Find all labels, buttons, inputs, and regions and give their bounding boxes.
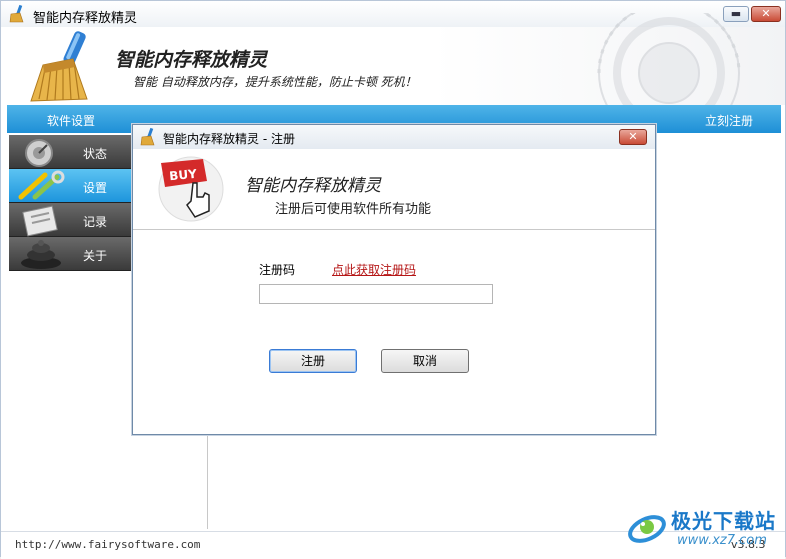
register-dialog: 智能内存释放精灵 - 注册 ✕ BUY 智能内存释放精灵 注册后可使用软件所有功… xyxy=(132,124,656,435)
buy-badge-text: BUY xyxy=(169,167,198,183)
sidebar-item-settings[interactable]: 设置 xyxy=(9,169,133,203)
divider xyxy=(207,433,208,529)
app-title: 智能内存释放精灵 xyxy=(115,49,268,71)
broom-icon xyxy=(9,4,24,23)
software-settings-label: 软件设置 xyxy=(47,114,96,128)
about-icon xyxy=(21,240,61,269)
banner-subtitle: 注册后可使用软件所有功能 xyxy=(275,202,432,217)
registration-code-input[interactable] xyxy=(259,284,493,304)
sidebar-item-about[interactable]: 关于 xyxy=(9,237,133,271)
app-slogan: 智能 自动释放内存，提升系统性能，防止卡顿 死机！ xyxy=(133,75,417,89)
sidebar-item-log[interactable]: 记录 xyxy=(9,203,133,237)
gauge-icon xyxy=(25,139,53,167)
sidebar-item-label: 状态 xyxy=(83,147,108,161)
watermark: 极光下载站 www.xz7.com xyxy=(623,499,783,555)
broom-icon xyxy=(140,127,155,146)
watermark-logo-icon xyxy=(628,515,666,543)
register-button[interactable]: 注册 xyxy=(269,349,357,373)
app-header: 智能内存释放精灵 智能 自动释放内存，提升系统性能，防止卡顿 死机！ xyxy=(1,13,785,123)
dialog-title: 智能内存释放精灵 - 注册 xyxy=(163,132,295,146)
dialog-close-button[interactable]: ✕ xyxy=(619,129,647,145)
register-now-link[interactable]: 立刻注册 xyxy=(705,112,753,129)
website-url[interactable]: http://www.fairysoftware.com xyxy=(15,538,200,551)
dialog-title-bar: 智能内存释放精灵 - 注册 ✕ xyxy=(133,125,655,150)
dialog-body: 注册码 点此获取注册码 注册 取消 xyxy=(133,230,655,434)
sidebar: 状态 设置 记录 关于 xyxy=(7,133,134,529)
window-title: 智能内存释放精灵 xyxy=(33,11,138,26)
get-registration-code-link[interactable]: 点此获取注册码 xyxy=(332,261,416,278)
broom-logo-icon xyxy=(30,31,88,102)
watermark-url: www.xz7.com xyxy=(677,533,767,548)
sidebar-item-label: 记录 xyxy=(83,215,108,229)
sidebar-item-status[interactable]: 状态 xyxy=(9,135,133,169)
sidebar-item-label: 设置 xyxy=(83,181,108,195)
dialog-banner: BUY 智能内存释放精灵 注册后可使用软件所有功能 xyxy=(133,149,655,230)
watermark-text: 极光下载站 xyxy=(671,509,776,533)
cancel-button[interactable]: 取消 xyxy=(381,349,469,373)
sidebar-item-label: 关于 xyxy=(83,249,108,263)
buy-icon: BUY xyxy=(158,156,224,222)
banner-title: 智能内存释放精灵 xyxy=(245,176,381,196)
tools-icon xyxy=(18,170,65,200)
main-window: 智能内存释放精灵 ▬ ✕ 智能内存释放精灵 智能 自动释放内存，提升系统性能，防… xyxy=(0,0,786,559)
registration-code-label: 注册码 xyxy=(259,263,296,277)
log-icon xyxy=(22,205,58,237)
close-icon: ✕ xyxy=(628,130,638,143)
